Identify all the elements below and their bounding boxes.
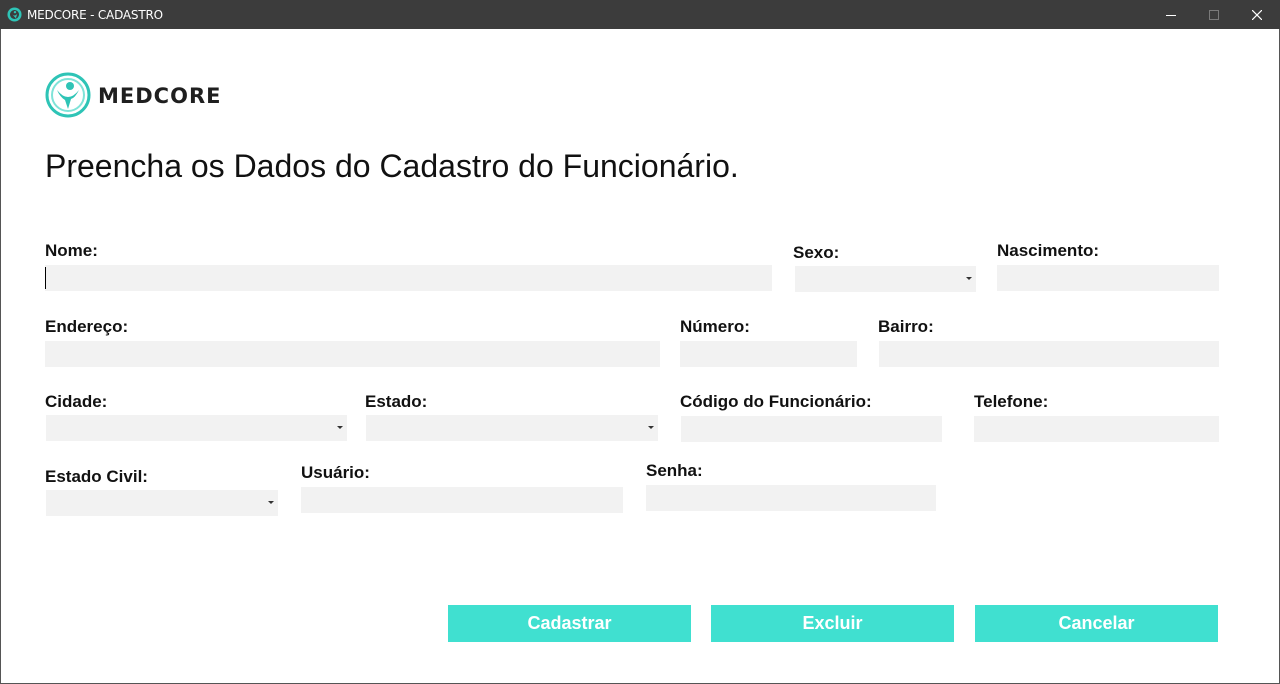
estado-civil-select[interactable]	[46, 490, 278, 516]
estado-label: Estado:	[365, 392, 428, 411]
maximize-button[interactable]	[1193, 0, 1235, 29]
window-border-left	[0, 29, 1, 684]
bairro-input[interactable]	[879, 341, 1219, 367]
cidade-select[interactable]	[46, 415, 347, 441]
close-button[interactable]	[1236, 0, 1278, 29]
text-caret	[45, 267, 46, 289]
close-icon	[1252, 9, 1262, 20]
nascimento-input[interactable]	[997, 265, 1219, 291]
telefone-input[interactable]	[974, 416, 1219, 442]
dropdown-arrow-icon	[648, 426, 654, 429]
numero-input[interactable]	[680, 341, 857, 367]
estado-civil-label: Estado Civil:	[45, 467, 148, 486]
sexo-select[interactable]	[795, 266, 976, 292]
cidade-label: Cidade:	[45, 392, 108, 411]
nascimento-label: Nascimento:	[997, 241, 1100, 260]
page-title: Preencha os Dados do Cadastro do Funcion…	[45, 148, 739, 184]
sexo-label: Sexo:	[793, 243, 840, 262]
dropdown-arrow-icon	[966, 277, 972, 280]
codigo-label: Código do Funcionário:	[680, 392, 872, 411]
window-title: MEDCORE - CADASTRO	[27, 8, 163, 22]
title-bar: MEDCORE - CADASTRO	[0, 0, 1280, 29]
numero-label: Número:	[680, 317, 750, 336]
telefone-label: Telefone:	[974, 392, 1049, 411]
nome-label: Nome:	[45, 241, 98, 260]
usuario-input[interactable]	[301, 487, 623, 513]
bairro-label: Bairro:	[878, 317, 934, 336]
brand-name: MEDCORE	[98, 84, 222, 108]
dropdown-arrow-icon	[268, 501, 274, 504]
nome-input[interactable]	[45, 265, 772, 291]
endereco-label: Endereço:	[45, 317, 129, 336]
cancelar-button[interactable]: Cancelar	[975, 605, 1218, 642]
usuario-label: Usuário:	[301, 463, 370, 482]
minimize-icon	[1166, 14, 1176, 16]
cadastrar-button[interactable]: Cadastrar	[448, 605, 691, 642]
minimize-button[interactable]	[1150, 0, 1192, 29]
senha-input[interactable]	[646, 485, 936, 511]
maximize-icon	[1209, 9, 1219, 20]
medcore-logo-icon	[45, 72, 91, 118]
app-logo-icon	[7, 7, 22, 22]
codigo-input[interactable]	[681, 416, 942, 442]
senha-label: Senha:	[646, 461, 703, 480]
estado-select[interactable]	[366, 415, 658, 441]
dropdown-arrow-icon	[337, 426, 343, 429]
excluir-button[interactable]: Excluir	[711, 605, 954, 642]
endereco-input[interactable]	[45, 341, 660, 367]
